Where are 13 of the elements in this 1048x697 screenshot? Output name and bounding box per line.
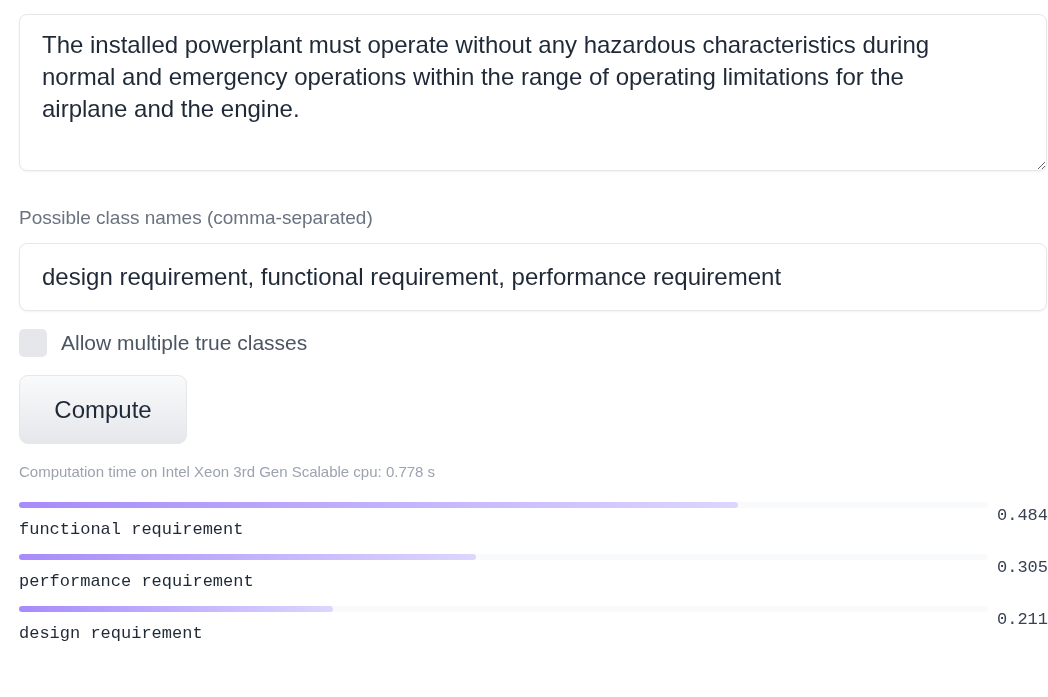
class-label: design requirement	[19, 624, 204, 643]
text-input-field[interactable]: The installed powerplant must operate without any hazardous characteristics during normal and emergency operations within the range of operating limitations for the airplane and the engine.	[19, 14, 1047, 171]
compute-button[interactable]: Compute	[19, 375, 187, 444]
score-value: 0.305	[996, 557, 1048, 579]
score-value: 0.484	[996, 505, 1048, 527]
checkbox-label[interactable]: Allow multiple true classes	[61, 331, 308, 355]
class-label: functional requirement	[19, 520, 245, 539]
class-names-field[interactable]: design requirement, functional requirement, performance requirement	[19, 243, 1047, 311]
computation-time: Computation time on Intel Xeon 3rd Gen Scalable cpu: 0.778 s	[19, 463, 436, 480]
field-label: Possible class names (comma-separated)	[19, 207, 373, 229]
score-value: 0.211	[996, 609, 1048, 631]
checkbox[interactable]	[19, 329, 47, 357]
class-label: performance requirement	[19, 572, 255, 591]
